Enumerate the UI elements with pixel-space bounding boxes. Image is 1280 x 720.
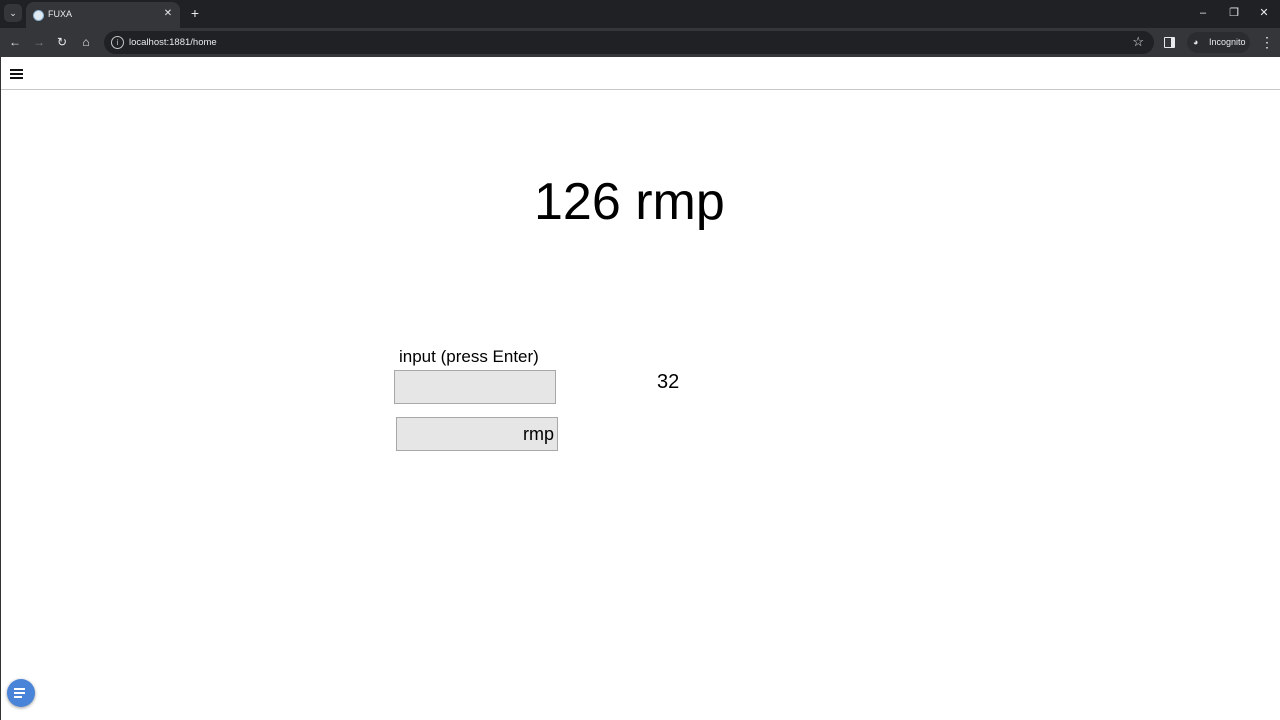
app-header: [1, 57, 1280, 90]
address-bar[interactable]: i localhost:1881/home ☆: [104, 31, 1154, 54]
browser-tab[interactable]: FUXA ✕: [26, 2, 180, 28]
url-text[interactable]: localhost:1881/home: [129, 37, 217, 48]
site-info-icon[interactable]: i: [111, 36, 124, 49]
more-vert-icon[interactable]: ⋮: [1260, 33, 1274, 51]
minimize-icon[interactable]: –: [1192, 4, 1214, 22]
new-tab-plus-icon[interactable]: +: [187, 5, 203, 21]
tab-list-chevron-down-icon[interactable]: ⌄: [4, 4, 22, 22]
input-label: input (press Enter): [399, 347, 539, 366]
unit-output-field[interactable]: rmp: [396, 417, 558, 451]
restore-icon[interactable]: ❐: [1223, 4, 1245, 22]
home-icon[interactable]: ⌂: [77, 33, 95, 51]
value-input[interactable]: [394, 370, 556, 404]
fuxa-page: 126 rmp input (press Enter) rmp 32: [0, 57, 1280, 720]
numeric-value-display: 32: [657, 371, 680, 393]
back-arrow-icon[interactable]: ←: [6, 33, 24, 51]
bookmark-star-icon[interactable]: ☆: [1132, 34, 1144, 50]
incognito-label: Incognito: [1209, 37, 1246, 47]
forward-arrow-icon[interactable]: →: [30, 33, 48, 51]
tab-close-icon[interactable]: ✕: [161, 7, 175, 21]
hamburger-menu-icon[interactable]: [10, 69, 23, 79]
incognito-indicator[interactable]: ◕ Incognito: [1187, 32, 1250, 53]
tab-title: FUXA: [48, 9, 73, 19]
side-panel-icon[interactable]: [1164, 37, 1175, 48]
incognito-icon: ◕: [1193, 37, 1199, 47]
fab-menu-button[interactable]: [7, 679, 35, 707]
tab-favicon-icon: [33, 10, 44, 21]
browser-toolbar: ← → ↻ ⌂ i localhost:1881/home ☆ ◕ Incogn…: [0, 28, 1280, 57]
menu-icon: [14, 688, 27, 698]
close-window-icon[interactable]: ✕: [1253, 4, 1275, 22]
speed-value-display: 126 rmp: [534, 173, 725, 231]
unit-text: rmp: [523, 424, 554, 444]
browser-tab-bar: ⌄ FUXA ✕ + – ❐ ✕: [0, 0, 1280, 28]
reload-icon[interactable]: ↻: [53, 33, 71, 51]
